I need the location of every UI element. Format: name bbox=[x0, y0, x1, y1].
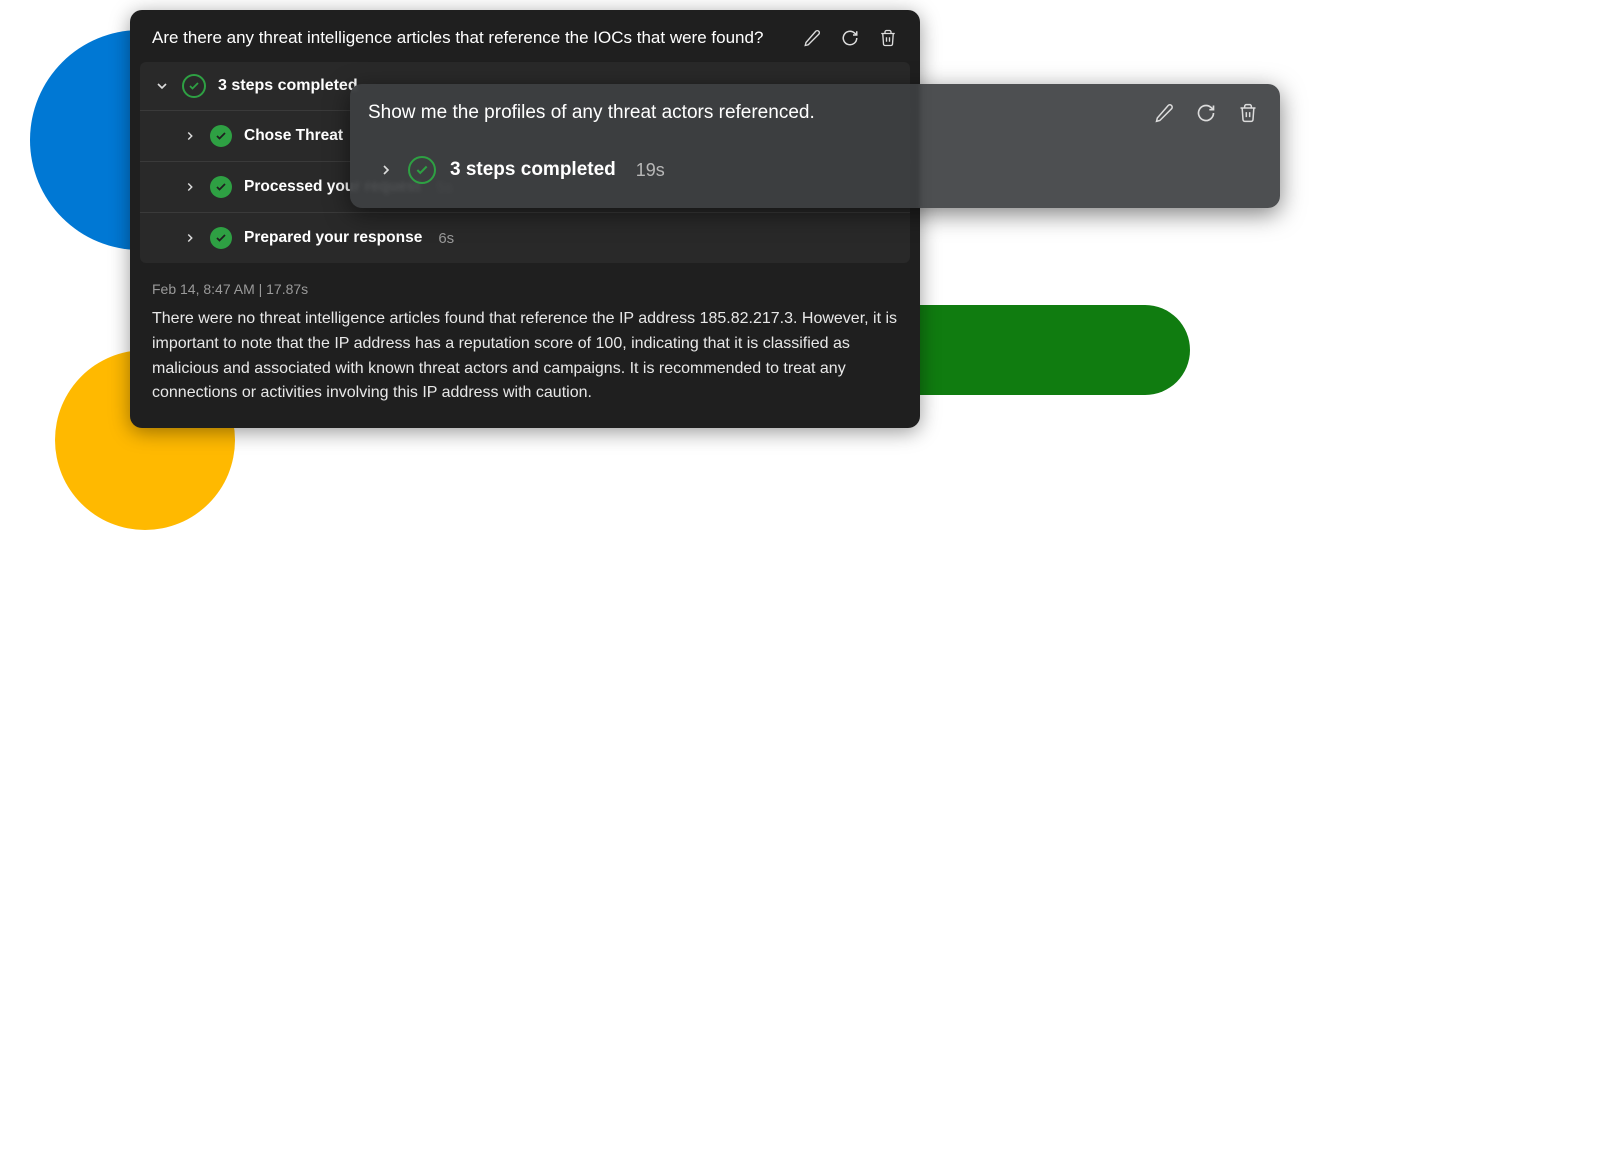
delete-icon[interactable] bbox=[878, 28, 898, 48]
refresh-icon[interactable] bbox=[1196, 103, 1216, 123]
response-body: There were no threat intelligence articl… bbox=[130, 305, 920, 428]
chat-card-main: Are there any threat intelligence articl… bbox=[130, 10, 920, 428]
chevron-down-icon bbox=[154, 78, 170, 94]
question-text: Are there any threat intelligence articl… bbox=[152, 28, 763, 48]
step-label: Prepared your response bbox=[244, 229, 422, 247]
edit-icon[interactable] bbox=[1154, 103, 1174, 123]
chevron-right-icon bbox=[182, 230, 198, 246]
chat-card-overlay: Show me the profiles of any threat actor… bbox=[350, 84, 1280, 208]
step-label: Chose Threat bbox=[244, 127, 343, 145]
overlay-header: Show me the profiles of any threat actor… bbox=[350, 84, 1280, 132]
chevron-right-icon bbox=[182, 179, 198, 195]
overlay-question-text: Show me the profiles of any threat actor… bbox=[368, 102, 815, 124]
refresh-icon[interactable] bbox=[840, 28, 860, 48]
edit-icon[interactable] bbox=[802, 28, 822, 48]
chevron-right-icon bbox=[182, 128, 198, 144]
chevron-right-icon bbox=[378, 162, 394, 178]
check-circle-icon bbox=[210, 125, 232, 147]
response-timestamp: Feb 14, 8:47 AM | 17.87s bbox=[130, 263, 920, 305]
check-circle-icon bbox=[210, 176, 232, 198]
overlay-steps-time: 19s bbox=[636, 160, 665, 181]
step-row[interactable]: Prepared your response 6s bbox=[140, 213, 910, 263]
step-time: 6s bbox=[438, 230, 454, 247]
overlay-steps-summary-row[interactable]: 3 steps completed 19s bbox=[350, 132, 1280, 198]
check-circle-icon bbox=[408, 156, 436, 184]
check-circle-icon bbox=[210, 227, 232, 249]
delete-icon[interactable] bbox=[1238, 103, 1258, 123]
overlay-actions bbox=[1154, 103, 1258, 123]
overlay-steps-summary-label: 3 steps completed bbox=[450, 159, 616, 181]
check-circle-icon bbox=[182, 74, 206, 98]
steps-summary-label: 3 steps completed bbox=[218, 77, 358, 95]
header-actions bbox=[802, 28, 898, 48]
card-header: Are there any threat intelligence articl… bbox=[130, 10, 920, 62]
